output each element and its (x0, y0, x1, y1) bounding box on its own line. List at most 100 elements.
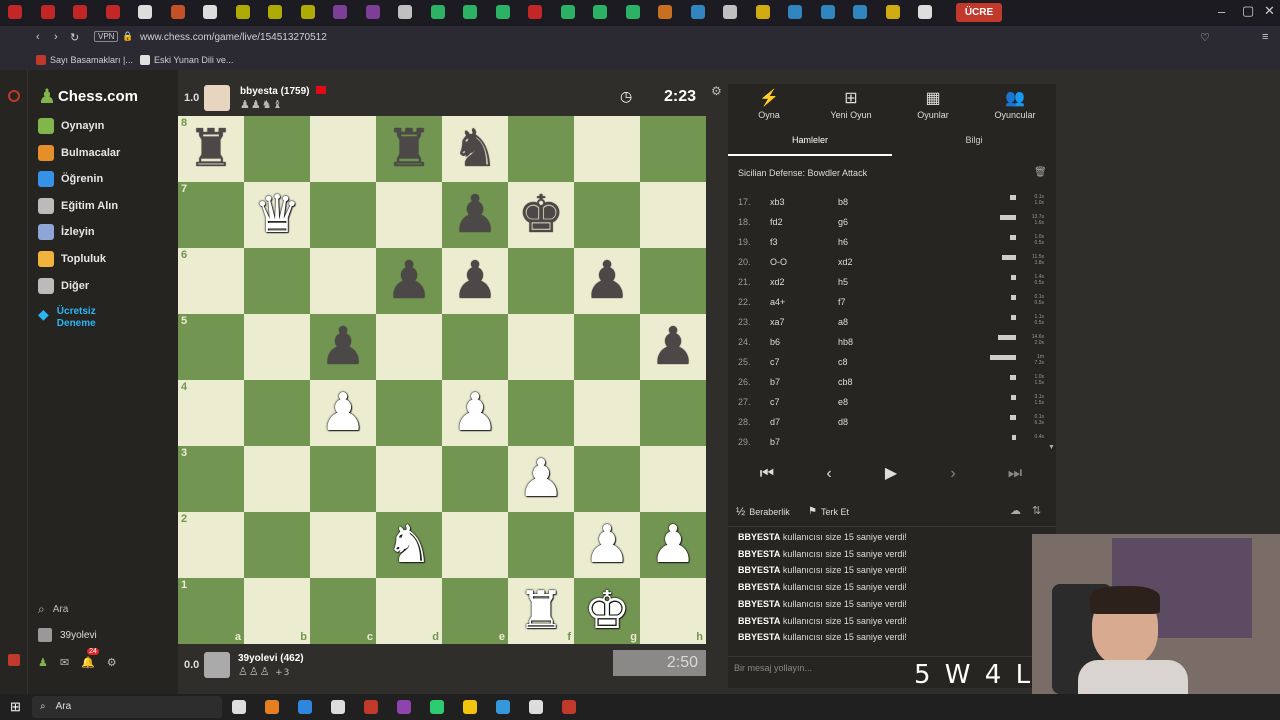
black-pawn-piece[interactable]: ♟ (320, 321, 367, 373)
square-g3[interactable] (574, 446, 640, 512)
browser-tab-icon[interactable] (528, 5, 542, 19)
search-link[interactable]: ⌕ Ara (38, 602, 68, 617)
browser-tab-icon[interactable] (203, 5, 217, 19)
square-g2[interactable]: ♟ (574, 512, 640, 578)
white-pawn-piece[interactable]: ♟ (650, 519, 697, 571)
square-d8[interactable]: ♜ (376, 116, 442, 182)
previous-move-button[interactable]: ‹ (800, 460, 858, 488)
black-knight-piece[interactable]: ♞ (452, 123, 499, 175)
browser-tab-icon[interactable] (300, 5, 315, 19)
square-e6[interactable]: ♟ (442, 248, 508, 314)
square-b8[interactable] (244, 116, 310, 182)
taskbar-search[interactable]: ⌕ Ara (32, 696, 222, 718)
panel-tab-3[interactable]: 👥 Oyuncular (974, 88, 1056, 120)
square-b2[interactable] (244, 512, 310, 578)
bottom-player-avatar[interactable] (204, 652, 230, 678)
black-move[interactable]: a8 (838, 317, 848, 327)
browser-tab-icon[interactable] (268, 5, 282, 19)
square-b3[interactable] (244, 446, 310, 512)
square-d1[interactable]: d (376, 578, 442, 644)
chat-username[interactable]: BBYESTA (738, 599, 780, 609)
store-icon[interactable] (331, 700, 345, 714)
square-h4[interactable] (640, 380, 706, 446)
cloud-icon[interactable]: ☁ (1010, 504, 1021, 517)
square-g8[interactable] (574, 116, 640, 182)
black-move[interactable]: f7 (838, 297, 846, 307)
chat-username[interactable]: BBYESTA (738, 582, 780, 592)
settings-icon[interactable]: ⚙ (107, 656, 117, 669)
panel-tab-0[interactable]: ⚡ Oyna (728, 88, 810, 120)
square-f5[interactable] (508, 314, 574, 380)
square-h2[interactable]: ♟ (640, 512, 706, 578)
menu-icon[interactable]: ≡ (1262, 31, 1268, 43)
square-h7[interactable] (640, 182, 706, 248)
white-move[interactable]: f3 (770, 237, 778, 247)
square-d2[interactable]: ♞ (376, 512, 442, 578)
white-move[interactable]: d7 (770, 417, 780, 427)
top-player-avatar[interactable] (204, 85, 230, 111)
white-pawn-piece[interactable]: ♟ (320, 387, 367, 439)
window-maximize-button[interactable]: ▢ (1242, 3, 1254, 19)
window-close-button[interactable]: ✕ (1264, 3, 1275, 19)
square-h1[interactable]: h (640, 578, 706, 644)
square-d4[interactable] (376, 380, 442, 446)
black-move[interactable]: xd2 (838, 257, 853, 267)
browser-tab-icon[interactable] (593, 5, 607, 19)
square-a2[interactable]: 2 (178, 512, 244, 578)
square-h3[interactable] (640, 446, 706, 512)
square-f4[interactable] (508, 380, 574, 446)
browser-tab-icon[interactable] (690, 5, 705, 19)
square-h8[interactable] (640, 116, 706, 182)
browser-tab-icon[interactable] (625, 5, 640, 19)
square-f6[interactable] (508, 248, 574, 314)
white-queen-piece[interactable]: ♛ (254, 189, 301, 241)
white-move[interactable]: c7 (770, 357, 780, 367)
sidebar-item-0[interactable]: Oynayın (38, 115, 104, 137)
browser-tab-icon[interactable] (105, 5, 120, 19)
white-move[interactable]: c7 (770, 397, 780, 407)
square-c8[interactable] (310, 116, 376, 182)
square-d5[interactable] (376, 314, 442, 380)
start-icon[interactable]: ⊞ (10, 699, 21, 715)
browser-tab-icon[interactable] (40, 5, 55, 19)
square-d6[interactable]: ♟ (376, 248, 442, 314)
black-move[interactable]: b8 (838, 197, 848, 207)
square-b7[interactable]: ♛ (244, 182, 310, 248)
square-c6[interactable] (310, 248, 376, 314)
white-pawn-piece[interactable]: ♟ (518, 453, 565, 505)
square-e8[interactable]: ♞ (442, 116, 508, 182)
square-e3[interactable] (442, 446, 508, 512)
sidebar-item-3[interactable]: Eğitim Alın (38, 195, 118, 217)
last-move-button[interactable]: ⏭ (986, 460, 1044, 488)
black-move[interactable]: e8 (838, 397, 848, 407)
white-move[interactable]: xb3 (770, 197, 785, 207)
square-b4[interactable] (244, 380, 310, 446)
scroll-down-icon[interactable]: ▼ (1048, 444, 1055, 451)
chat-username[interactable]: BBYESTA (738, 565, 780, 575)
browser-tab-icon[interactable] (463, 5, 477, 19)
black-move[interactable]: d8 (838, 417, 848, 427)
sidebar-item-4[interactable]: İzleyin (38, 221, 95, 243)
square-b6[interactable] (244, 248, 310, 314)
square-a6[interactable]: 6 (178, 248, 244, 314)
play-button[interactable]: ▶ (862, 460, 920, 488)
square-f8[interactable] (508, 116, 574, 182)
chess-logo[interactable]: ♟ Chess.com (38, 84, 138, 108)
square-b5[interactable] (244, 314, 310, 380)
browser-tab-icon[interactable] (560, 5, 575, 19)
app-icon[interactable] (529, 700, 543, 714)
square-g6[interactable]: ♟ (574, 248, 640, 314)
square-c1[interactable]: c (310, 578, 376, 644)
bottom-player-name[interactable]: 39yolevi (462) (238, 653, 304, 664)
square-e5[interactable] (442, 314, 508, 380)
square-g4[interactable] (574, 380, 640, 446)
square-f7[interactable]: ♚ (508, 182, 574, 248)
premium-trial-link[interactable]: ◆ Ücretsiz Deneme (38, 306, 96, 330)
reload-icon[interactable]: ↻ (70, 31, 79, 44)
square-f1[interactable]: f ♜ (508, 578, 574, 644)
black-move[interactable]: h6 (838, 237, 848, 247)
browser-tab-icon[interactable] (658, 5, 672, 19)
forward-icon[interactable]: › (54, 31, 58, 43)
chess-board[interactable]: 8 ♜ ♜ ♞ 7 ♛ ♟ ♚ 6 ♟ ♟ ♟ 5 ♟ ♟ 4 ♟ ♟ 3 ♟ 2 ♞ ♟ ♟ 1 a b c d e f ♜ g ♚ h (178, 116, 706, 644)
square-g7[interactable] (574, 182, 640, 248)
